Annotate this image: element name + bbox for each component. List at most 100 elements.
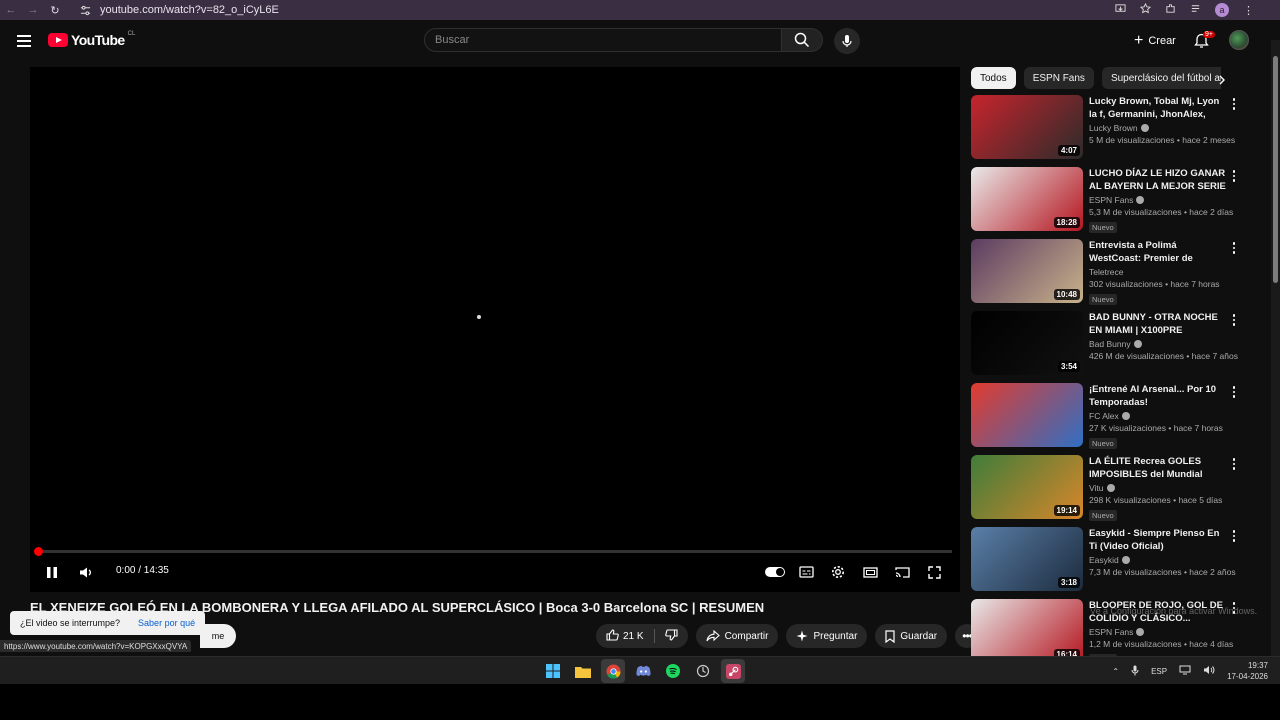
more-options-icon[interactable] <box>1230 169 1238 183</box>
video-stats: 5 M de visualizaciones • hace 2 meses <box>1089 135 1236 145</box>
file-explorer-button[interactable] <box>571 659 595 683</box>
scrollbar-thumb[interactable] <box>1273 56 1278 283</box>
recommendation-item[interactable]: 18:28 LUCHO DÍAZ LE HIZO GANAR AL BAYERN … <box>971 167 1241 239</box>
video-stats: 7,3 M de visualizaciones • hace 2 años <box>1089 567 1236 577</box>
like-count[interactable]: 21 K <box>623 631 644 642</box>
channel-name[interactable]: Easykid <box>1089 555 1227 565</box>
recommendation-title[interactable]: Entrevista a Polimá WestCoast: Premier d… <box>1089 239 1227 265</box>
bookmark-star-icon[interactable] <box>1139 1 1152 19</box>
recommendation-title[interactable]: LA ÉLITE Recrea GOLES IMPOSIBLES del Mun… <box>1089 455 1227 481</box>
chip-todos[interactable]: Todos <box>971 67 1016 89</box>
extensions-icon[interactable] <box>1165 1 1176 19</box>
ask-button[interactable]: Preguntar <box>786 624 868 648</box>
youtube-logo[interactable]: YouTube CL <box>48 31 135 48</box>
video-thumbnail[interactable]: 3:18 <box>971 527 1083 591</box>
profile-avatar[interactable]: a <box>1215 3 1229 17</box>
browser-menu-icon[interactable]: ⋮ <box>1243 4 1254 17</box>
recommendation-item[interactable]: 19:14 LA ÉLITE Recrea GOLES IMPOSIBLES de… <box>971 455 1241 527</box>
channel-name[interactable]: Bad Bunny <box>1089 339 1227 349</box>
language-indicator[interactable]: ESP <box>1151 667 1167 676</box>
share-button[interactable]: Compartir <box>695 624 779 648</box>
microphone-tray-icon[interactable] <box>1131 665 1139 678</box>
thumbs-up-icon[interactable] <box>606 628 619 644</box>
address-bar[interactable]: youtube.com/watch?v=82_o_iCyL6E <box>78 1 1158 19</box>
recommendation-item[interactable]: 3:18 Easykid - Siempre Pienso En Ti (Vide… <box>971 527 1241 599</box>
voice-search-button[interactable] <box>834 28 860 54</box>
reload-button[interactable]: ↻ <box>44 0 66 20</box>
mute-button[interactable] <box>75 561 97 583</box>
video-thumbnail[interactable]: 4:07 <box>971 95 1083 159</box>
scrubber-handle[interactable] <box>34 547 43 556</box>
chip-espn-fans[interactable]: ESPN Fans <box>1023 67 1094 89</box>
channel-name[interactable]: Teletrece <box>1089 267 1227 277</box>
subtitles-button[interactable] <box>795 561 817 583</box>
chevron-up-icon[interactable]: ⌃ <box>1112 667 1119 676</box>
channel-name[interactable]: Lucky Brown <box>1089 123 1227 133</box>
toast-learn-why-link[interactable]: Saber por qué <box>138 618 195 628</box>
channel-name[interactable]: FC Alex <box>1089 411 1227 421</box>
cast-button[interactable] <box>891 561 913 583</box>
forward-button[interactable]: → <box>22 0 44 20</box>
settings-button[interactable] <box>827 561 849 583</box>
system-app-button[interactable] <box>691 659 715 683</box>
network-icon[interactable] <box>1179 665 1191 677</box>
steam-button[interactable] <box>721 659 745 683</box>
verified-check-icon <box>1106 484 1115 492</box>
search-button[interactable] <box>781 28 823 52</box>
fullscreen-button[interactable] <box>923 561 945 583</box>
site-info-icon[interactable] <box>78 3 92 17</box>
channel-name[interactable]: Vitu <box>1089 483 1227 493</box>
save-button[interactable]: Guardar <box>875 624 948 648</box>
chip-superclasico[interactable]: Superclásico del fútbol argentino <box>1101 67 1221 89</box>
start-button[interactable] <box>541 659 565 683</box>
recommendation-item[interactable]: ¡Entrené Al Arsenal... Por 10 Temporadas… <box>971 383 1241 455</box>
more-options-icon[interactable] <box>1230 313 1238 327</box>
channel-name[interactable]: ESPN Fans <box>1089 195 1227 205</box>
speaker-icon[interactable] <box>1203 665 1215 677</box>
recommendation-title[interactable]: ¡Entrené Al Arsenal... Por 10 Temporadas… <box>1089 383 1227 409</box>
link-status-url: https://www.youtube.com/watch?v=KOPGXxxQ… <box>0 640 192 652</box>
search-input[interactable]: Buscar <box>424 28 782 52</box>
recommendation-item[interactable]: 10:48 Entrevista a Polimá WestCoast: Prem… <box>971 239 1241 311</box>
recommendation-item[interactable]: 4:07 Lucky Brown, Tobal Mj, Lyon la f, Ge… <box>971 95 1241 167</box>
video-player[interactable]: 0:00 / 14:35 <box>30 67 960 592</box>
recommendation-title[interactable]: Lucky Brown, Tobal Mj, Lyon la f, German… <box>1089 95 1227 121</box>
more-options-icon[interactable] <box>1230 529 1238 543</box>
thumbs-down-icon[interactable] <box>664 628 678 644</box>
install-app-icon[interactable] <box>1115 1 1126 19</box>
discord-button[interactable] <box>631 659 655 683</box>
recommendation-title[interactable]: BAD BUNNY - OTRA NOCHE EN MIAMI | X100PR… <box>1089 311 1227 337</box>
recommendation-title[interactable]: LUCHO DÍAZ LE HIZO GANAR AL BAYERN LA ME… <box>1089 167 1227 193</box>
video-thumbnail[interactable]: 16:14 <box>971 599 1083 656</box>
recommendation-title[interactable]: Easykid - Siempre Pienso En Ti (Video Of… <box>1089 527 1227 553</box>
sparkle-icon <box>796 630 808 642</box>
theater-mode-button[interactable] <box>859 561 881 583</box>
url-text[interactable]: youtube.com/watch?v=82_o_iCyL6E <box>100 4 279 16</box>
video-thumbnail[interactable] <box>971 383 1083 447</box>
create-button[interactable]: + Crear <box>1124 30 1186 52</box>
more-options-icon[interactable] <box>1230 241 1238 255</box>
subscribe-partial-button[interactable]: me <box>200 624 236 648</box>
progress-bar[interactable] <box>38 550 952 553</box>
video-thumbnail[interactable]: 19:14 <box>971 455 1083 519</box>
more-options-icon[interactable] <box>1230 457 1238 471</box>
back-button[interactable]: ← <box>0 0 22 20</box>
more-options-icon[interactable] <box>1230 385 1238 399</box>
video-thumbnail[interactable]: 10:48 <box>971 239 1083 303</box>
spotify-button[interactable] <box>661 659 685 683</box>
more-options-icon[interactable] <box>1230 97 1238 111</box>
autoplay-toggle[interactable] <box>765 567 785 577</box>
channel-name[interactable]: ESPN Fans <box>1089 627 1227 637</box>
account-avatar[interactable] <box>1229 30 1249 50</box>
recommendation-item[interactable]: 3:54 BAD BUNNY - OTRA NOCHE EN MIAMI | X1… <box>971 311 1241 383</box>
tab-search-icon[interactable] <box>1190 1 1201 19</box>
chrome-icon <box>605 663 621 679</box>
clock[interactable]: 19:37 17-04-2026 <box>1227 660 1268 682</box>
video-thumbnail[interactable]: 18:28 <box>971 167 1083 231</box>
chrome-button[interactable] <box>601 659 625 683</box>
guide-menu-icon[interactable] <box>14 31 34 51</box>
pause-button[interactable] <box>41 561 63 583</box>
chevron-right-icon[interactable] <box>1212 72 1232 88</box>
masthead: YouTube CL Buscar + Crear 9+ <box>0 20 1270 62</box>
video-thumbnail[interactable]: 3:54 <box>971 311 1083 375</box>
